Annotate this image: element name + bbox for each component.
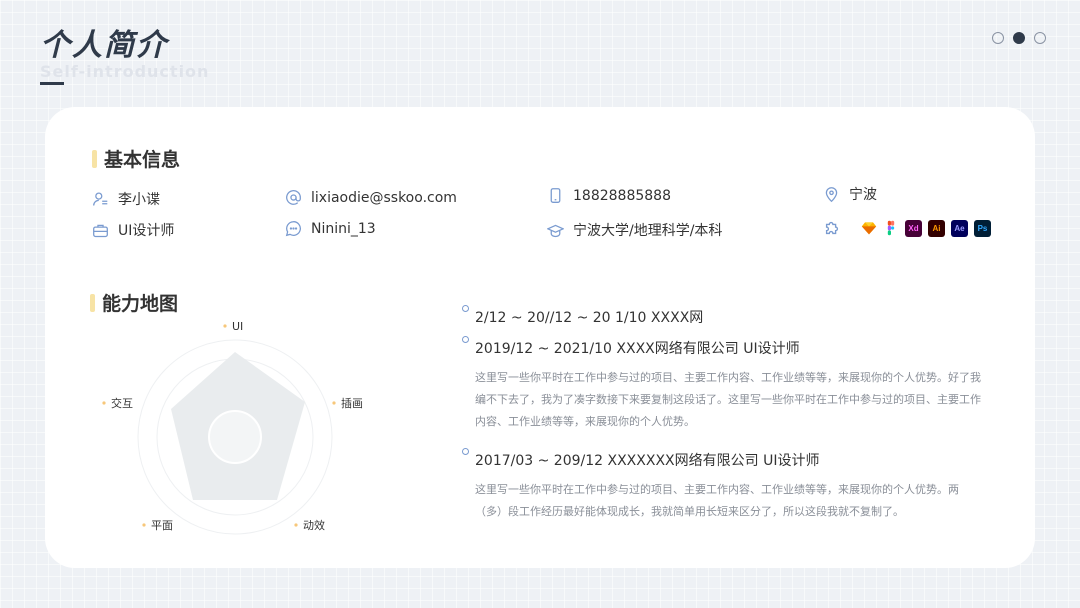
experience-heading-text: 2017/03 ~ 209/12 XXXXXXX网络有限公司 UI设计师 [475, 453, 820, 469]
pagination-dot-1[interactable] [992, 32, 1004, 44]
radar-dot-ui [223, 324, 227, 328]
title-underline [40, 82, 64, 85]
pagination-dot-3[interactable] [1034, 32, 1046, 44]
experience-heading-text: 2/12 ~ 20//12 ~ 20 1/10 XXXX网 [475, 310, 704, 326]
info-education-value: 宁波大学/地理科学/本科 [573, 223, 723, 239]
sketch-icon [861, 222, 877, 235]
info-city-value: 宁波 [849, 187, 877, 203]
info-phone: 18828885888 [547, 187, 671, 204]
graduation-cap-icon [547, 224, 564, 237]
after-effects-icon: Ae [951, 219, 968, 237]
pagination-dots [992, 32, 1046, 44]
info-education: 宁波大学/地理科学/本科 [547, 220, 722, 240]
info-wechat-value: Ninini_13 [311, 220, 376, 237]
figma-icon [887, 220, 895, 236]
section-accent-bar [92, 149, 97, 168]
info-email: lixiaodie@sskoo.com [285, 189, 457, 206]
pagination-dot-2[interactable] [1013, 32, 1025, 44]
experience-description: 这里写一些你平时在工作中参与过的项目、主要工作内容、工作业绩等等，来展现你的个人… [475, 371, 981, 428]
section-accent-bar [90, 293, 95, 312]
xd-icon: Xd [905, 219, 922, 237]
radar-dot-illustration [332, 401, 336, 405]
info-name: 李小谍 [92, 189, 160, 209]
radar-dot-interaction [102, 401, 106, 405]
experience-heading-text: 2019/12 ~ 2021/10 XXXX网络有限公司 UI设计师 [475, 341, 800, 357]
profile-card: 基本信息 李小谍 lixiaodie@sskoo.com 18828885888… [45, 107, 1035, 568]
radar-label-motion: 动效 [303, 518, 325, 532]
experience-description: 这里写一些你平时在工作中参与过的项目、主要工作内容、工作业绩等等，来展现你的个人… [475, 483, 959, 518]
experience-entry-2: 2019/12 ~ 2021/10 XXXX网络有限公司 UI设计师 这里写一些… [462, 336, 985, 433]
ability-radar-chart: UI 插画 动效 平面 交互 [102, 320, 363, 535]
experience-entry-3: 2017/03 ~ 209/12 XXXXXXX网络有限公司 UI设计师 这里写… [462, 448, 985, 523]
info-name-value: 李小谍 [118, 192, 160, 208]
puzzle-icon [825, 221, 839, 235]
info-role: UI设计师 [92, 220, 174, 240]
timeline-bullet [462, 448, 469, 455]
radar-label-graphic: 平面 [151, 519, 173, 532]
info-phone-value: 18828885888 [573, 187, 671, 204]
chat-bubble-icon [285, 221, 301, 237]
photoshop-icon: Ps [974, 219, 991, 237]
basic-info-title: 基本信息 [104, 149, 181, 171]
page-subtitle: Self-introduction [40, 62, 210, 81]
info-role-value: UI设计师 [118, 223, 175, 239]
briefcase-icon [93, 224, 108, 237]
radar-dot-graphic [142, 523, 146, 527]
radar-label-illustration: 插画 [341, 396, 363, 410]
location-pin-icon [825, 186, 838, 202]
info-city: 宁波 [823, 184, 877, 204]
radar-center [208, 410, 262, 464]
timeline-bullet [462, 336, 469, 343]
experience-heading: 2/12 ~ 20//12 ~ 20 1/10 XXXX网 [462, 305, 985, 327]
at-sign-icon [286, 190, 301, 205]
basic-info-heading: 基本信息 [92, 145, 180, 172]
radar-label-interaction: 交互 [111, 396, 133, 410]
experience-entry-1: 2/12 ~ 20//12 ~ 20 1/10 XXXX网 [462, 305, 985, 327]
experience-heading: 2019/12 ~ 2021/10 XXXX网络有限公司 UI设计师 [462, 336, 985, 358]
tool-icons: Xd Ai Ae Ps [823, 219, 991, 237]
info-email-value[interactable]: lixiaodie@sskoo.com [311, 190, 457, 206]
page-title: 个人简介 [40, 28, 168, 63]
radar-dot-motion [294, 523, 298, 527]
radar-label-ui: UI [232, 320, 243, 333]
illustrator-icon: Ai [928, 219, 945, 237]
timeline-bullet [462, 305, 469, 312]
phone-icon [550, 188, 561, 203]
info-wechat: Ninini_13 [285, 220, 376, 237]
user-icon [93, 191, 108, 206]
experience-heading: 2017/03 ~ 209/12 XXXXXXX网络有限公司 UI设计师 [462, 448, 985, 470]
